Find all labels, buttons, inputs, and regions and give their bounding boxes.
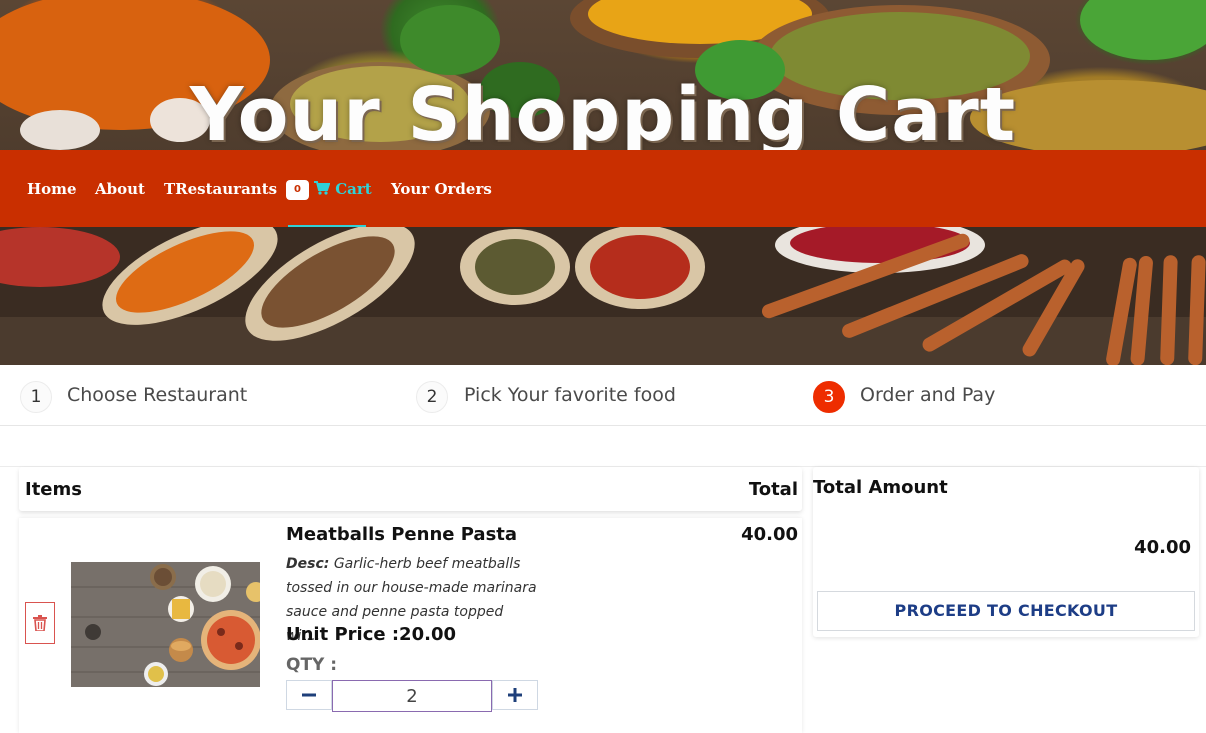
total-column-header: Total	[748, 479, 798, 500]
quantity-input[interactable]	[332, 680, 492, 712]
nav-cart[interactable]: Cart	[314, 180, 372, 198]
remove-item-button[interactable]	[25, 602, 55, 644]
trash-icon	[33, 615, 47, 631]
cart-count-badge: 0	[286, 180, 309, 200]
items-column-header: Items	[25, 479, 82, 500]
order-summary: Total Amount 40.00 PROCEED TO CHECKOUT	[813, 467, 1199, 637]
cart-item: Meatballs Penne Pasta Desc: Garlic-herb …	[19, 518, 802, 733]
step-3-label: Order and Pay	[860, 384, 996, 406]
cart-icon	[314, 181, 331, 195]
active-nav-indicator	[288, 225, 366, 227]
nav-restaurants[interactable]: TRestaurants	[164, 180, 277, 198]
plus-icon	[508, 688, 522, 702]
item-description-label: Desc:	[286, 556, 330, 572]
page-title: Your Shopping Cart	[189, 72, 1017, 158]
increase-quantity-button[interactable]	[492, 680, 538, 710]
summary-total-amount: 40.00	[1134, 537, 1191, 558]
step-1-number: 1	[20, 381, 52, 413]
step-2-label: Pick Your favorite food	[464, 384, 676, 406]
item-line-total: 40.00	[741, 524, 798, 545]
nav-about[interactable]: About	[95, 180, 145, 198]
spice-spoons-image	[0, 227, 1206, 365]
nav-cart-label: Cart	[335, 180, 372, 198]
item-food-image	[71, 562, 260, 687]
step-2-number: 2	[416, 381, 448, 413]
proceed-to-checkout-button[interactable]: PROCEED TO CHECKOUT	[817, 591, 1195, 631]
decrease-quantity-button[interactable]	[286, 680, 332, 710]
step-3-number: 3	[813, 381, 845, 413]
quantity-label: QTY :	[286, 655, 338, 675]
minus-icon	[302, 693, 316, 697]
nav-home[interactable]: Home	[27, 180, 77, 198]
checkout-steps: 1 Choose Restaurant 2 Pick Your favorite…	[0, 365, 1206, 426]
main-navbar: Home About TRestaurants Cart Your Orders	[0, 150, 1206, 227]
item-name: Meatballs Penne Pasta	[286, 524, 518, 545]
cart-table-header: Items Total	[19, 467, 802, 511]
step-1-label: Choose Restaurant	[67, 384, 248, 406]
item-unit-price: Unit Price :20.00	[286, 624, 456, 645]
nav-your-orders[interactable]: Your Orders	[391, 180, 492, 198]
summary-title: Total Amount	[813, 477, 948, 498]
